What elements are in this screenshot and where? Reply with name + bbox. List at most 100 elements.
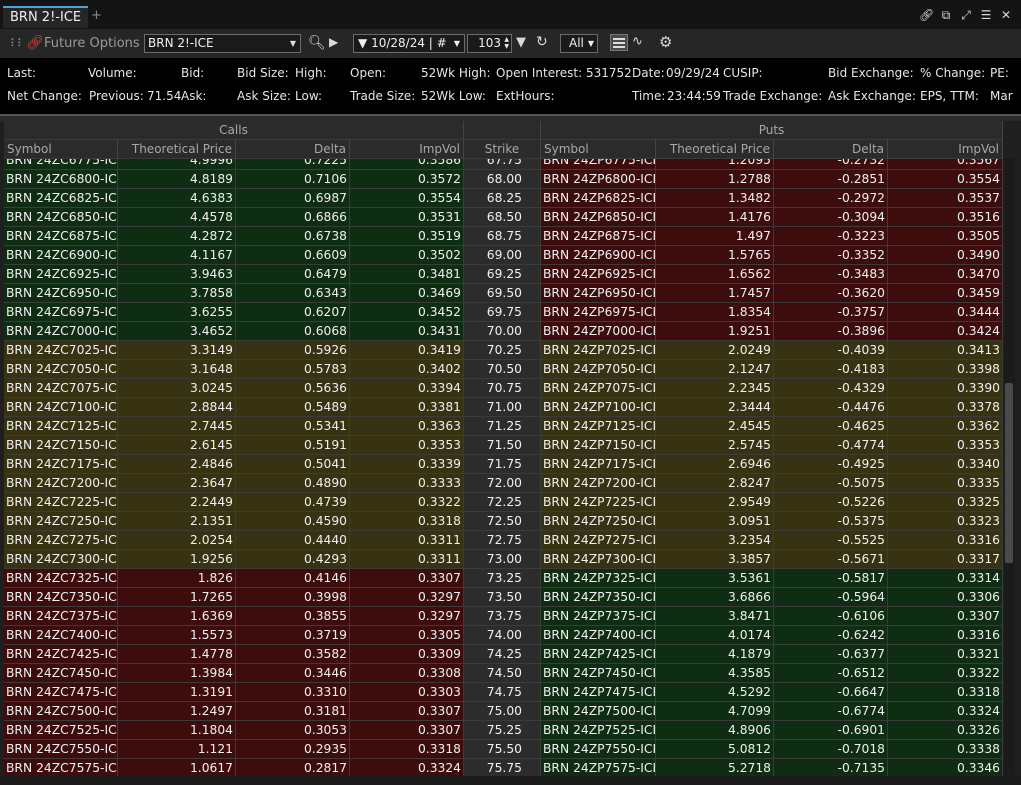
link-icon[interactable]: 🔗︎ xyxy=(26,35,44,51)
put-delta-cell[interactable]: -0.6512 xyxy=(774,664,888,683)
call-impvol-cell[interactable]: 0.3307 xyxy=(350,569,464,588)
put-impvol-cell[interactable]: 0.3321 xyxy=(888,645,1003,664)
call-symbol-cell[interactable]: BRN 24ZC6900-ICE xyxy=(4,246,118,265)
put-symbol-cell[interactable]: BRN 24ZP6875-ICE xyxy=(541,227,656,246)
put-delta-cell[interactable]: -0.2732 xyxy=(774,159,888,170)
grip-icon[interactable]: ⠇⠇ xyxy=(10,37,25,50)
table-row[interactable]: BRN 24ZC7450-ICE 1.3984 0.3446 0.3308 74.50 B… xyxy=(4,664,1003,683)
symbol-input[interactable]: BRN 2!-ICE ▼ xyxy=(144,34,301,53)
put-delta-cell[interactable]: -0.2972 xyxy=(774,189,888,208)
call-delta-cell[interactable]: 0.4739 xyxy=(236,493,350,512)
put-symbol-cell[interactable]: BRN 24ZP7575-ICE xyxy=(541,759,656,776)
put-impvol-cell[interactable]: 0.3516 xyxy=(888,208,1003,227)
put-delta-cell[interactable]: -0.6647 xyxy=(774,683,888,702)
call-symbol-cell[interactable]: BRN 24ZC7025-ICE xyxy=(4,341,118,360)
table-row[interactable]: BRN 24ZC7150-ICE 2.6145 0.5191 0.3353 71.50 B… xyxy=(4,436,1003,455)
call-delta-cell[interactable]: 0.3310 xyxy=(236,683,350,702)
put-impvol-cell[interactable]: 0.3413 xyxy=(888,341,1003,360)
call-impvol-cell[interactable]: 0.3307 xyxy=(350,702,464,721)
call-theo-price-cell[interactable]: 3.7858 xyxy=(118,284,236,303)
call-symbol-cell[interactable]: BRN 24ZC7375-ICE xyxy=(4,607,118,626)
filter-icon[interactable]: ▼ xyxy=(516,35,526,50)
call-symbol-cell[interactable]: BRN 24ZC7075-ICE xyxy=(4,379,118,398)
call-theo-price-cell[interactable]: 1.121 xyxy=(118,740,236,759)
put-delta-cell[interactable]: -0.5525 xyxy=(774,531,888,550)
put-theo-price-cell[interactable]: 4.1879 xyxy=(656,645,774,664)
put-delta-cell[interactable]: -0.2851 xyxy=(774,170,888,189)
call-symbol-cell[interactable]: BRN 24ZC7000-ICE xyxy=(4,322,118,341)
strike-cell[interactable]: 75.75 xyxy=(464,759,541,776)
table-row[interactable]: BRN 24ZC7000-ICE 3.4652 0.6068 0.3431 70.00 B… xyxy=(4,322,1003,341)
strike-cell[interactable]: 74.75 xyxy=(464,683,541,702)
table-row[interactable]: BRN 24ZC6850-ICE 4.4578 0.6866 0.3531 68.50 B… xyxy=(4,208,1003,227)
put-theo-price-cell[interactable]: 2.6946 xyxy=(656,455,774,474)
put-theo-price-cell[interactable]: 4.5292 xyxy=(656,683,774,702)
call-delta-cell[interactable]: 0.5191 xyxy=(236,436,350,455)
put-delta-cell[interactable]: -0.3094 xyxy=(774,208,888,227)
table-row[interactable]: BRN 24ZC7575-ICE 1.0617 0.2817 0.3324 75.75 B… xyxy=(4,759,1003,776)
put-theo-price-cell[interactable]: 1.7457 xyxy=(656,284,774,303)
put-impvol-cell[interactable]: 0.3353 xyxy=(888,436,1003,455)
strike-cell[interactable]: 71.00 xyxy=(464,398,541,417)
put-delta-cell[interactable]: -0.6242 xyxy=(774,626,888,645)
put-impvol-cell[interactable]: 0.3459 xyxy=(888,284,1003,303)
strike-cell[interactable]: 69.50 xyxy=(464,284,541,303)
call-symbol-cell[interactable]: BRN 24ZC7125-ICE xyxy=(4,417,118,436)
call-theo-price-cell[interactable]: 1.6369 xyxy=(118,607,236,626)
put-symbol-cell[interactable]: BRN 24ZP7150-ICE xyxy=(541,436,656,455)
call-theo-price-cell[interactable]: 3.1648 xyxy=(118,360,236,379)
call-theo-price-cell[interactable]: 1.3984 xyxy=(118,664,236,683)
col-call-impvol[interactable]: ImpVol xyxy=(350,140,464,159)
put-impvol-cell[interactable]: 0.3335 xyxy=(888,474,1003,493)
put-impvol-cell[interactable]: 0.3326 xyxy=(888,721,1003,740)
col-put-delta[interactable]: Delta xyxy=(774,140,888,159)
put-delta-cell[interactable]: -0.5964 xyxy=(774,588,888,607)
strike-cell[interactable]: 71.75 xyxy=(464,455,541,474)
type-filter-select[interactable]: All ▼ xyxy=(560,34,598,53)
call-symbol-cell[interactable]: BRN 24ZC7175-ICE xyxy=(4,455,118,474)
call-theo-price-cell[interactable]: 2.3647 xyxy=(118,474,236,493)
put-theo-price-cell[interactable]: 1.8354 xyxy=(656,303,774,322)
call-delta-cell[interactable]: 0.4890 xyxy=(236,474,350,493)
put-delta-cell[interactable]: -0.5226 xyxy=(774,493,888,512)
table-row[interactable]: BRN 24ZC7100-ICE 2.8844 0.5489 0.3381 71.00 B… xyxy=(4,398,1003,417)
table-row[interactable]: BRN 24ZC7500-ICE 1.2497 0.3181 0.3307 75.00 B… xyxy=(4,702,1003,721)
call-delta-cell[interactable]: 0.4293 xyxy=(236,550,350,569)
call-theo-price-cell[interactable]: 2.8844 xyxy=(118,398,236,417)
put-delta-cell[interactable]: -0.6774 xyxy=(774,702,888,721)
call-delta-cell[interactable]: 0.5489 xyxy=(236,398,350,417)
strike-cell[interactable]: 74.50 xyxy=(464,664,541,683)
call-delta-cell[interactable]: 0.3719 xyxy=(236,626,350,645)
call-impvol-cell[interactable]: 0.3402 xyxy=(350,360,464,379)
play-icon[interactable]: ▶ xyxy=(329,35,338,49)
call-impvol-cell[interactable]: 0.3324 xyxy=(350,759,464,776)
put-impvol-cell[interactable]: 0.3505 xyxy=(888,227,1003,246)
put-impvol-cell[interactable]: 0.3537 xyxy=(888,189,1003,208)
put-symbol-cell[interactable]: BRN 24ZP7075-ICE xyxy=(541,379,656,398)
put-symbol-cell[interactable]: BRN 24ZP7550-ICE xyxy=(541,740,656,759)
call-theo-price-cell[interactable]: 1.4778 xyxy=(118,645,236,664)
call-theo-price-cell[interactable]: 4.2872 xyxy=(118,227,236,246)
call-delta-cell[interactable]: 0.6738 xyxy=(236,227,350,246)
call-theo-price-cell[interactable]: 4.1167 xyxy=(118,246,236,265)
call-impvol-cell[interactable]: 0.3318 xyxy=(350,740,464,759)
strike-cell[interactable]: 71.25 xyxy=(464,417,541,436)
table-row[interactable]: BRN 24ZC7425-ICE 1.4778 0.3582 0.3309 74.25 B… xyxy=(4,645,1003,664)
put-symbol-cell[interactable]: BRN 24ZP6825-ICE xyxy=(541,189,656,208)
call-impvol-cell[interactable]: 0.3307 xyxy=(350,721,464,740)
call-symbol-cell[interactable]: BRN 24ZC7400-ICE xyxy=(4,626,118,645)
put-delta-cell[interactable]: -0.6901 xyxy=(774,721,888,740)
call-symbol-cell[interactable]: BRN 24ZC6950-ICE xyxy=(4,284,118,303)
call-theo-price-cell[interactable]: 1.3191 xyxy=(118,683,236,702)
call-theo-price-cell[interactable]: 4.9996 xyxy=(118,159,236,170)
call-symbol-cell[interactable]: BRN 24ZC6875-ICE xyxy=(4,227,118,246)
put-impvol-cell[interactable]: 0.3338 xyxy=(888,740,1003,759)
put-theo-price-cell[interactable]: 1.9251 xyxy=(656,322,774,341)
put-impvol-cell[interactable]: 0.3314 xyxy=(888,569,1003,588)
put-theo-price-cell[interactable]: 5.0812 xyxy=(656,740,774,759)
strike-cell[interactable]: 70.50 xyxy=(464,360,541,379)
call-delta-cell[interactable]: 0.3998 xyxy=(236,588,350,607)
col-strike[interactable]: Strike xyxy=(464,140,541,159)
table-row[interactable]: BRN 24ZC7125-ICE 2.7445 0.5341 0.3363 71.25 B… xyxy=(4,417,1003,436)
put-symbol-cell[interactable]: BRN 24ZP7250-ICE xyxy=(541,512,656,531)
